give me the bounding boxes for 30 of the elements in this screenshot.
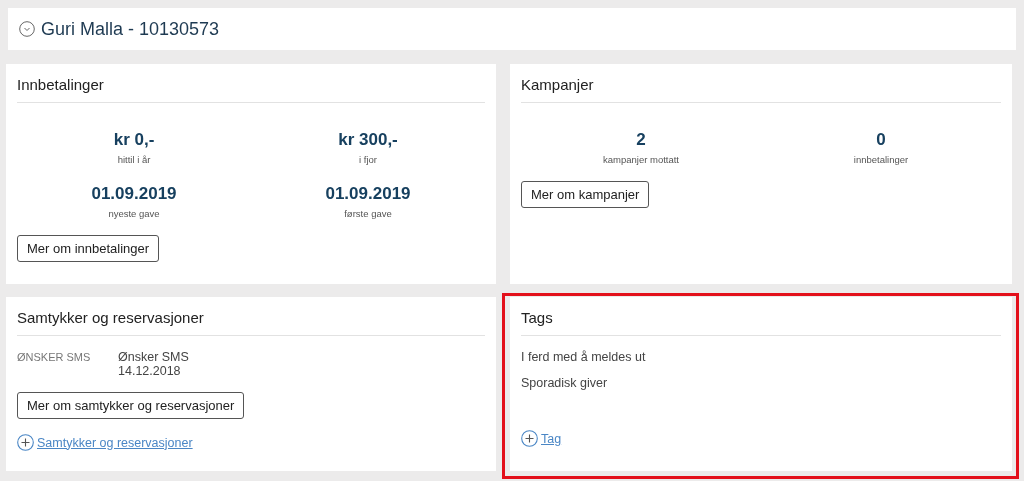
stat-label: hittil i år bbox=[117, 154, 151, 165]
stat-value: kr 300,- bbox=[338, 130, 398, 150]
card-title: Innbetalinger bbox=[17, 74, 485, 103]
stat-label: nyeste gave bbox=[108, 208, 160, 219]
chevron-circle-icon[interactable] bbox=[19, 21, 35, 37]
stat-label: kampanjer mottatt bbox=[602, 154, 679, 165]
stat-value: 0 bbox=[876, 130, 886, 150]
consent-value: Ønsker SMS bbox=[118, 350, 189, 364]
stat-value: kr 0,- bbox=[113, 130, 155, 150]
stat-value: 2 bbox=[636, 130, 646, 150]
stat-label: innbetalinger bbox=[853, 154, 909, 165]
stat-value: 01.09.2019 bbox=[91, 184, 177, 204]
plus-circle-icon bbox=[17, 434, 34, 451]
more-button[interactable]: Mer om kampanjer bbox=[521, 181, 650, 208]
plus-circle-icon bbox=[521, 430, 538, 447]
consent-label: ØNSKER SMS bbox=[17, 350, 92, 365]
card-title: Tags bbox=[521, 307, 1001, 336]
card-title: Kampanjer bbox=[521, 74, 1001, 103]
tag-label: I ferd med å meldes ut bbox=[521, 350, 647, 364]
page-title: Guri Malla - 10130573 bbox=[41, 18, 220, 40]
add-link[interactable]: Tag bbox=[541, 431, 562, 446]
stat-label: i fjor bbox=[359, 154, 377, 165]
stat-label: første gave bbox=[344, 208, 392, 219]
more-button[interactable]: Mer om samtykker og reservasjoner bbox=[17, 392, 245, 419]
card-title: Samtykker og reservasjoner bbox=[17, 307, 485, 336]
consent-date: 14.12.2018 bbox=[118, 364, 182, 378]
tag-label: Sporadisk giver bbox=[521, 376, 609, 390]
stat-value: 01.09.2019 bbox=[325, 184, 411, 204]
add-link[interactable]: Samtykker og reservasjoner bbox=[37, 435, 193, 450]
more-button[interactable]: Mer om innbetalinger bbox=[17, 235, 160, 262]
